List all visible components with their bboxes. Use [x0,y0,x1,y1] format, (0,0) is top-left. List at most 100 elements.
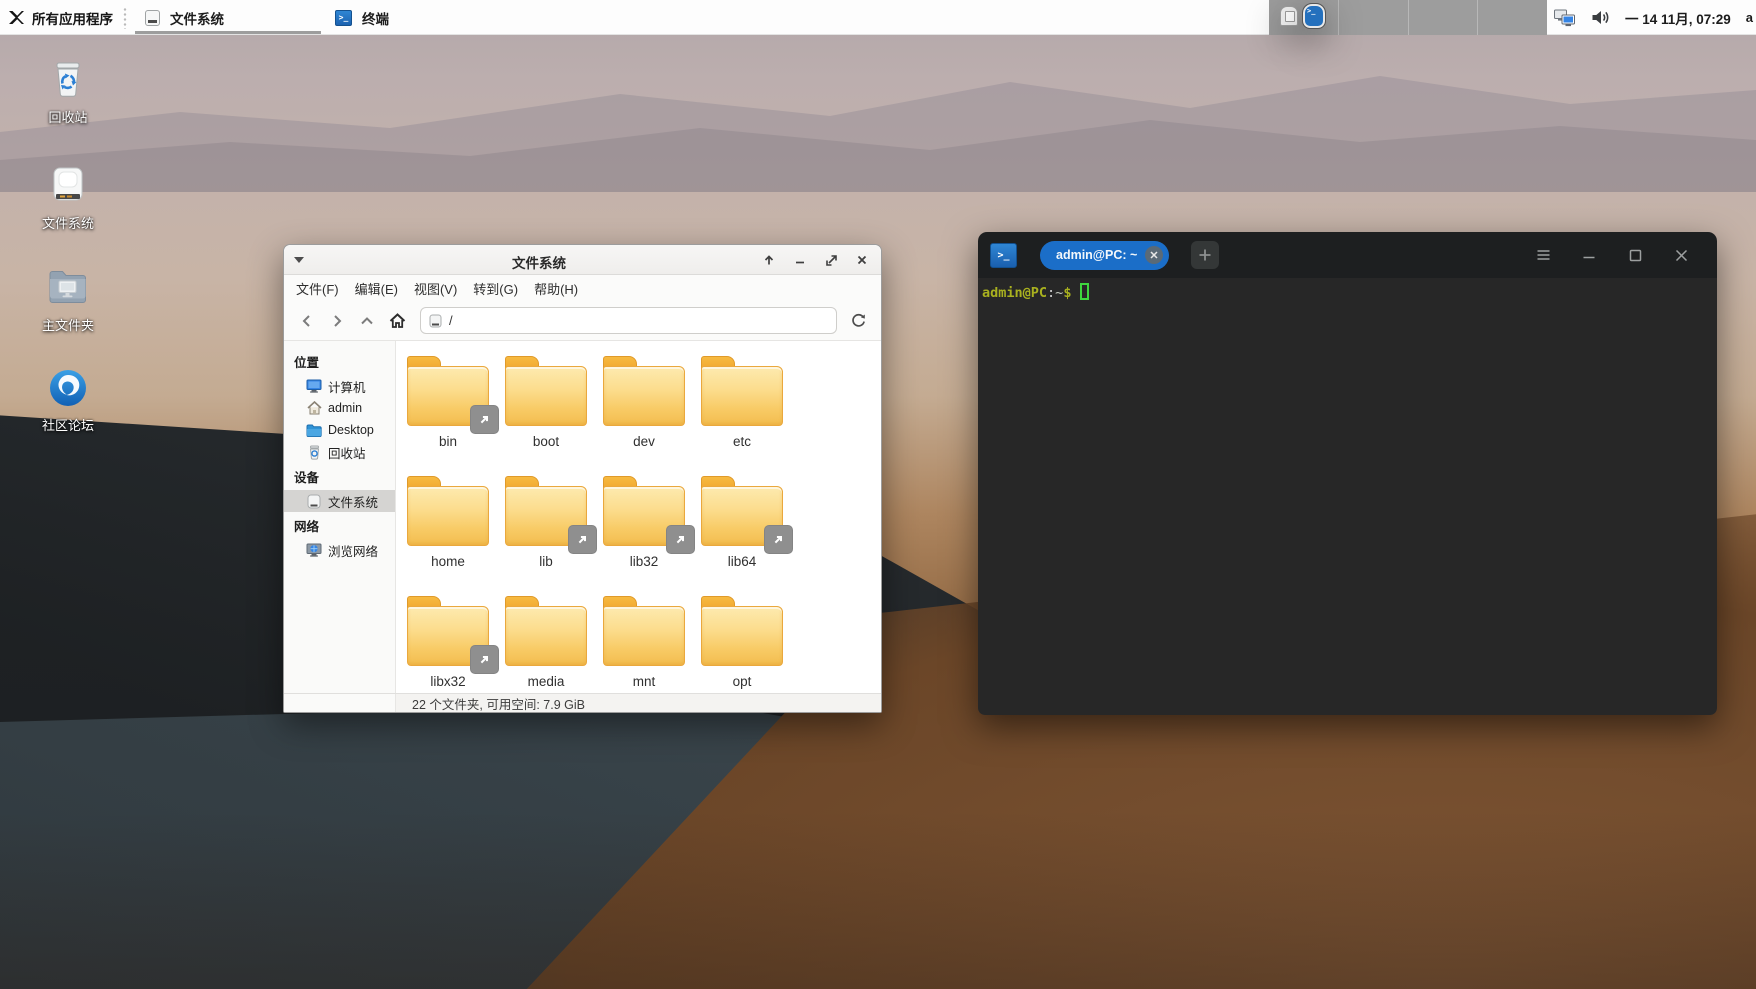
folder-label: opt [733,674,752,689]
filemanager-titlebar[interactable]: 文件系统 [284,245,881,275]
desktop-icon-home[interactable]: 主文件夹 [16,266,120,334]
sidebar-item-label: 浏览网络 [328,541,378,560]
location-path: / [449,313,453,328]
back-icon [300,314,314,328]
folder-item-home[interactable]: home [399,467,497,587]
home-button[interactable] [384,308,410,334]
folder-label: dev [633,434,655,449]
folder-label: bin [439,434,457,449]
filemanager-file-pane[interactable]: bin boot dev etc home [396,341,881,693]
up-button[interactable] [354,308,380,334]
folder-item-lib32[interactable]: lib32 [595,467,693,587]
home-folder-icon [46,266,90,308]
sidebar-item-label: 回收站 [328,443,366,462]
sidebar-item-label: 计算机 [328,377,366,396]
menu-edit[interactable]: 编辑(E) [347,276,406,301]
folder-item-bin[interactable]: bin [399,347,497,467]
volume-icon[interactable] [1591,9,1610,26]
desktop-icon-label: 社区论坛 [42,415,94,434]
sidebar-header-places: 位置 [284,348,395,375]
sidebar-item-trash[interactable]: 回收站 [284,441,395,463]
desktop-icon-label: 文件系统 [42,213,94,232]
folder-large-icon [701,595,783,667]
drive-small-icon [429,314,442,328]
workspace-cell-3[interactable] [1409,0,1479,35]
workspace-cell-4[interactable] [1478,0,1547,35]
terminal-maximize-button[interactable] [1621,241,1649,269]
folder-large-icon [407,475,489,547]
applications-menu-button[interactable]: 所有应用程序 [0,0,123,35]
symlink-emblem-icon [569,526,596,553]
desktop-icon-trash[interactable]: 回收站 [16,58,120,126]
folder-large-icon [407,595,489,667]
terminal-menu-button[interactable] [1529,241,1557,269]
refresh-button[interactable] [845,308,871,334]
pager-window-filemanager[interactable] [1280,6,1298,26]
folder-label: lib64 [728,554,757,569]
sidebar-item-filesystem[interactable]: 文件系统 [284,490,395,512]
maximize-button[interactable] [822,251,840,269]
folder-label: etc [733,434,751,449]
desktop-icon-forum[interactable]: 社区论坛 [16,368,120,434]
filemanager-statusbar: 22 个文件夹, 可用空间: 7.9 GiB [284,693,881,712]
close-button[interactable] [853,251,871,269]
sidebar-item-browse-network[interactable]: 浏览网络 [284,539,395,561]
folder-item-lib64[interactable]: lib64 [693,467,791,587]
filemanager-window: 文件系统 文件 [283,244,882,713]
sidebar-item-admin-home[interactable]: admin [284,397,395,419]
app-logo-icon [8,10,25,25]
menu-view[interactable]: 视图(V) [406,276,465,301]
menu-go[interactable]: 转到(G) [465,276,526,301]
folder-item-media[interactable]: media [497,587,595,693]
folder-large-icon [603,475,685,547]
workspace-cell-1[interactable] [1269,0,1339,35]
folder-large-icon [701,355,783,427]
desktop-icon-filesystem[interactable]: 文件系统 [16,164,120,232]
folder-item-etc[interactable]: etc [693,347,791,467]
symlink-emblem-icon [765,526,792,553]
folder-item-boot[interactable]: boot [497,347,595,467]
terminal-minimize-button[interactable] [1575,241,1603,269]
tab-close-button[interactable] [1145,246,1163,264]
sidebar-item-label: admin [328,401,362,415]
terminal-window: >_ admin@PC: ~ [978,232,1717,715]
taskbar-button-filemanager[interactable]: 文件系统 [133,0,323,35]
hamburger-menu-icon [1536,249,1551,261]
location-bar[interactable]: / [420,307,837,334]
sidebar-item-computer[interactable]: 计算机 [284,375,395,397]
terminal-body[interactable]: admin@PC:~$ [978,278,1717,715]
taskbar-button-label: 文件系统 [170,8,224,28]
back-button[interactable] [294,308,320,334]
wallpaper-mountains [0,42,1756,192]
minimize-button[interactable] [791,251,809,269]
network-icon[interactable] [1553,8,1576,27]
panel-clock[interactable]: 一 14 11月, 07:29 [1625,8,1731,28]
sidebar-item-desktop[interactable]: Desktop [284,419,395,441]
forward-button[interactable] [324,308,350,334]
window-menu-icon[interactable] [294,257,304,263]
shade-button[interactable] [760,251,778,269]
taskbar-button-label: 终端 [362,8,389,28]
folder-item-dev[interactable]: dev [595,347,693,467]
folder-label: media [528,674,565,689]
folder-icon [306,422,322,438]
filemanager-menubar: 文件(F) 编辑(E) 视图(V) 转到(G) 帮助(H) [284,275,881,301]
workspace-cell-2[interactable] [1339,0,1409,35]
computer-icon [306,378,322,394]
folder-item-libx32[interactable]: libx32 [399,587,497,693]
minimize-icon [1582,249,1596,261]
folder-item-opt[interactable]: opt [693,587,791,693]
terminal-tab[interactable]: admin@PC: ~ [1040,241,1169,270]
filemanager-window-controls [760,245,871,275]
folder-large-icon [603,595,685,667]
menu-help[interactable]: 帮助(H) [526,276,586,301]
taskbar-button-terminal[interactable]: >_ 终端 [323,0,401,35]
folder-label: lib [539,554,553,569]
terminal-header[interactable]: >_ admin@PC: ~ [978,232,1717,278]
folder-item-mnt[interactable]: mnt [595,587,693,693]
menu-file[interactable]: 文件(F) [288,276,347,301]
new-tab-button[interactable] [1191,241,1219,269]
terminal-close-button[interactable] [1667,241,1695,269]
pager-window-terminal[interactable] [1303,4,1325,28]
folder-item-lib[interactable]: lib [497,467,595,587]
